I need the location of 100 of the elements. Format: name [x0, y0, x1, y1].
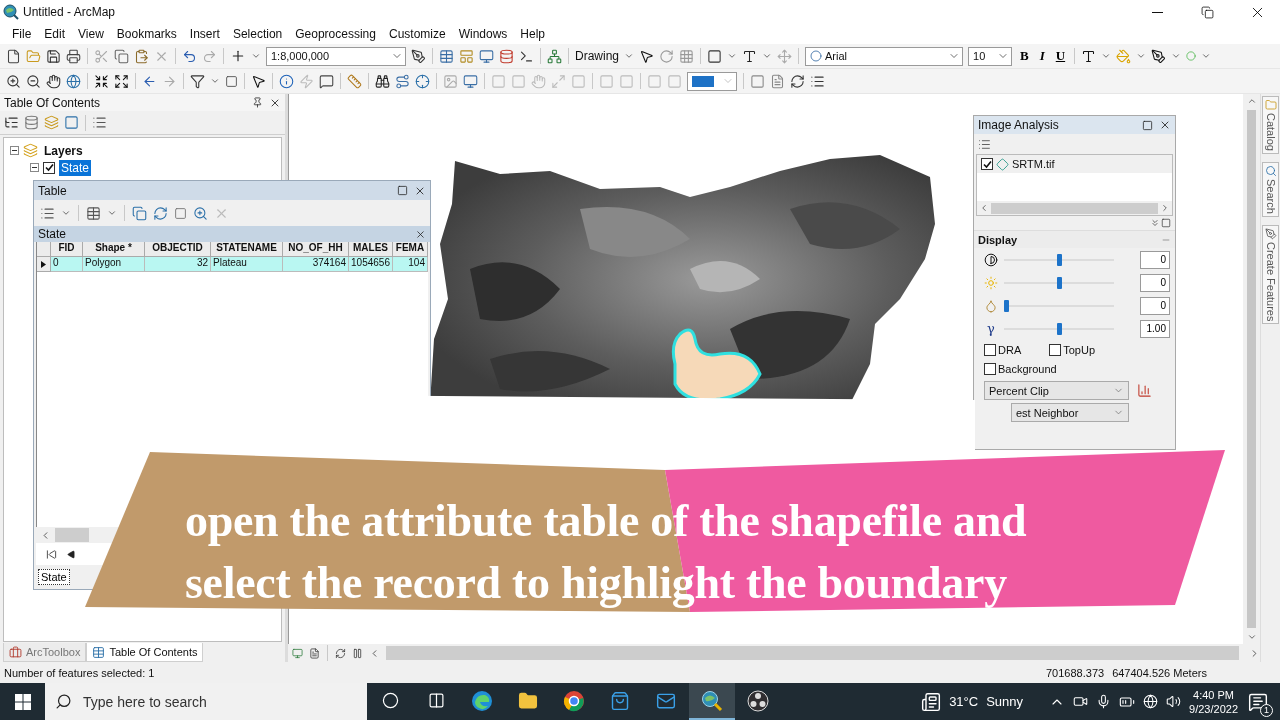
fixed-zoom-out-icon[interactable]	[114, 73, 129, 89]
html-popup-icon[interactable]	[319, 73, 334, 89]
news-icon[interactable]	[921, 691, 942, 712]
cortana-icon[interactable]	[381, 692, 399, 709]
maximize-icon[interactable]	[397, 185, 408, 196]
layer-label[interactable]: SRTM.tif	[1012, 158, 1055, 170]
scroll-down-icon[interactable]	[1246, 632, 1257, 642]
edit-tool-icon[interactable]	[411, 48, 426, 64]
add-data-icon[interactable]	[230, 48, 246, 64]
menu-item[interactable]: Windows	[452, 25, 514, 43]
slider-thumb[interactable]	[1004, 299, 1009, 312]
line-color-icon[interactable]	[1151, 48, 1167, 64]
slider-thumb[interactable]	[1056, 276, 1062, 289]
bold-button[interactable]: B	[1017, 48, 1032, 64]
database-icon[interactable]	[499, 48, 514, 64]
font-color-icon[interactable]	[1081, 48, 1097, 64]
menu-item[interactable]: View	[72, 25, 110, 43]
time-slider-icon[interactable]	[443, 73, 458, 89]
scale-dropdown[interactable]: 1:8,000,000	[266, 46, 406, 66]
value-field[interactable]: 0	[1140, 273, 1170, 292]
layer-label[interactable]: State	[59, 159, 92, 176]
new-document-icon[interactable]	[6, 48, 21, 64]
data-view-icon[interactable]	[292, 647, 303, 659]
fixed-zoom-in-icon[interactable]	[94, 73, 109, 89]
clear-selection-icon[interactable]	[225, 74, 238, 88]
column-header[interactable]: FID	[51, 242, 83, 257]
collapse-toggle[interactable]	[30, 163, 39, 172]
scrollbar-thumb[interactable]	[991, 202, 1158, 214]
copy-icon[interactable]	[114, 48, 129, 64]
slider-track[interactable]	[1004, 298, 1114, 313]
toggle-draft-icon[interactable]	[750, 73, 765, 89]
monitor-icon[interactable]	[479, 48, 494, 64]
italic-button[interactable]: I	[1036, 48, 1048, 64]
browser-icon[interactable]	[471, 689, 493, 712]
menu-item[interactable]: Edit	[38, 25, 72, 43]
font-size-dropdown[interactable]: 10	[968, 46, 1012, 66]
store-icon[interactable]	[610, 690, 630, 711]
clock-date[interactable]: 9/23/2022	[1189, 702, 1238, 715]
option-checkbox[interactable]	[1049, 343, 1062, 356]
options-icon[interactable]	[978, 137, 991, 151]
scrollbar-thumb[interactable]	[386, 646, 1239, 660]
scrollbar-thumb[interactable]	[1247, 110, 1256, 628]
underline-button[interactable]: U	[1052, 48, 1069, 64]
column-header[interactable]: Shape *	[83, 242, 145, 257]
measure-icon[interactable]	[347, 73, 362, 89]
side-tab[interactable]: Search	[1262, 161, 1279, 217]
save-icon[interactable]	[46, 48, 61, 64]
change-layout-icon[interactable]	[790, 73, 805, 89]
data-driven-pages-icon[interactable]	[810, 73, 825, 89]
marker-color-icon[interactable]	[1186, 51, 1197, 61]
slider-thumb[interactable]	[1056, 322, 1062, 335]
column-header[interactable]: OBJECTID	[145, 242, 211, 257]
options-icon[interactable]	[92, 115, 107, 130]
menu-item[interactable]: Customize	[382, 25, 452, 43]
clear-selection-icon[interactable]	[174, 206, 187, 220]
side-tab[interactable]: Create Features	[1262, 224, 1279, 325]
previous-record-icon[interactable]	[67, 549, 76, 559]
maximize-icon[interactable]	[1142, 119, 1153, 131]
zoom-to-selected-icon[interactable]	[193, 205, 208, 221]
find-icon[interactable]	[375, 73, 390, 89]
related-tables-icon[interactable]	[86, 205, 101, 221]
identify-icon[interactable]	[279, 73, 294, 89]
collapse-toggle[interactable]	[10, 146, 19, 155]
slider-track[interactable]	[1004, 321, 1114, 336]
print-icon[interactable]	[66, 48, 81, 64]
row-selector[interactable]	[37, 257, 51, 272]
layer-group-label[interactable]: Layers	[42, 142, 85, 159]
volume-icon[interactable]	[1166, 694, 1182, 709]
option-checkbox[interactable]	[984, 343, 996, 356]
pointer-icon[interactable]	[639, 48, 654, 64]
table-options-icon[interactable]	[40, 205, 55, 221]
menu-item[interactable]: Geoprocessing	[289, 25, 382, 43]
file-explorer-icon[interactable]	[518, 690, 538, 711]
zoom-dropdown[interactable]	[687, 71, 737, 91]
layer-checkbox[interactable]	[981, 158, 993, 170]
select-by-attributes-icon[interactable]	[132, 205, 147, 221]
text-icon[interactable]	[742, 48, 757, 64]
microphone-icon[interactable]	[1096, 694, 1112, 709]
layout-view-icon[interactable]	[309, 647, 320, 659]
option-checkbox[interactable]	[984, 362, 996, 375]
dock-tab[interactable]: ArcToolbox	[3, 643, 87, 662]
list-by-selection-icon[interactable]	[64, 115, 79, 130]
table-icon[interactable]	[439, 48, 454, 64]
scrollbar-thumb[interactable]	[55, 528, 89, 542]
taskbar-search-field[interactable]: Type here to search	[45, 683, 367, 720]
menu-item[interactable]: Selection	[226, 25, 289, 43]
network-icon[interactable]	[1143, 694, 1159, 709]
layer-checkbox[interactable]	[43, 161, 55, 174]
column-header[interactable]: STATENAME	[211, 242, 283, 257]
resampling-dropdown[interactable]: est Neighbor	[1011, 403, 1129, 422]
pan-icon[interactable]	[46, 73, 61, 89]
slider-thumb[interactable]	[1056, 253, 1062, 266]
select-elements-icon[interactable]	[251, 73, 266, 89]
focus-frame-icon[interactable]	[770, 73, 785, 89]
model-icon[interactable]	[547, 48, 562, 64]
menu-item[interactable]: File	[6, 25, 38, 43]
viewer-icon[interactable]	[463, 73, 478, 89]
go-to-xy-icon[interactable]	[415, 73, 430, 89]
menu-item[interactable]: Help	[514, 25, 552, 43]
task-view-icon[interactable]	[427, 692, 445, 709]
